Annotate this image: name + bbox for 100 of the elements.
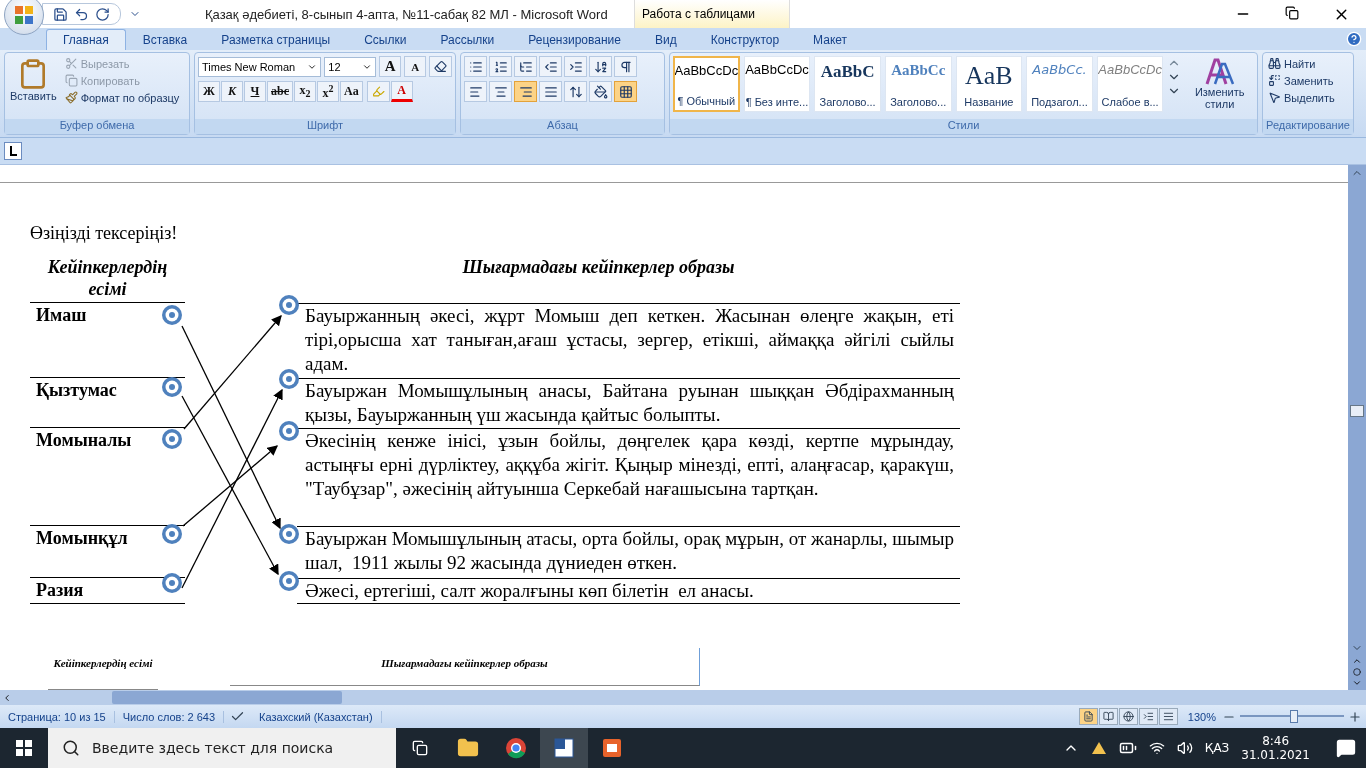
- style-preset[interactable]: AaB Название: [955, 56, 1023, 112]
- format-button[interactable]: К: [221, 81, 243, 102]
- indent-button[interactable]: [564, 56, 587, 77]
- scissors-icon: [64, 57, 78, 70]
- format-button[interactable]: Ч: [244, 81, 266, 102]
- style-preset[interactable]: AaBbCcDc ¶ Без инте...: [743, 56, 811, 112]
- format-button[interactable]: x$^{2}$: [317, 81, 339, 102]
- connector-dot: [162, 377, 182, 397]
- view-button[interactable]: [1078, 708, 1098, 725]
- change-styles-button[interactable]: Изменить стили: [1185, 56, 1254, 112]
- view-button[interactable]: [1098, 708, 1118, 725]
- horizontal-scrollbar[interactable]: [0, 690, 1366, 705]
- ribbon-tab[interactable]: Рецензирование: [511, 29, 638, 50]
- folder-icon: [457, 737, 479, 759]
- style-preset[interactable]: AaBbCc Заголово...: [884, 56, 952, 112]
- notifications-icon[interactable]: [1336, 738, 1356, 758]
- format-button[interactable]: Aa: [340, 81, 363, 102]
- paste-button[interactable]: Вставить: [8, 56, 59, 116]
- style-preset[interactable]: AaBbCcDc ¶ Обычный: [673, 56, 740, 112]
- ribbon-tab[interactable]: Макет: [796, 29, 865, 50]
- warning-icon[interactable]: [1090, 740, 1107, 756]
- scroll-left-icon[interactable]: [2, 692, 12, 703]
- numbering-button[interactable]: [489, 56, 512, 77]
- zoom-in-icon[interactable]: [1348, 709, 1362, 724]
- align-left-button[interactable]: [464, 81, 487, 102]
- style-preset[interactable]: AaBbC Заголово...: [814, 56, 881, 112]
- input-language[interactable]: ҚАЗ: [1204, 741, 1230, 755]
- align-right-button[interactable]: [514, 81, 537, 102]
- pilcrow-button[interactable]: [614, 56, 637, 77]
- restore-icon[interactable]: [1285, 5, 1299, 20]
- editing-button[interactable]: Выделить: [1266, 90, 1337, 105]
- view-button[interactable]: [1138, 708, 1158, 725]
- window-title: Қазақ әдебиеті, 8-сынып 4-апта, №11-сабақ 82 МЛ - Microsoft Word: [205, 6, 608, 22]
- tab-stop-icon[interactable]: [4, 142, 22, 160]
- undo-icon[interactable]: [74, 6, 89, 22]
- ribbon-tab[interactable]: Рассылки: [423, 29, 512, 50]
- ribbon-tab[interactable]: Вставка: [125, 29, 205, 50]
- table-cell: Әжесі, ертегіші, салт жоралғыны көп білетін ел анасы.: [297, 578, 960, 604]
- group-label: Абзац: [461, 119, 664, 134]
- save-icon[interactable]: [53, 6, 68, 22]
- borders-button[interactable]: [614, 81, 637, 102]
- scroll-thumb[interactable]: [112, 691, 342, 704]
- help-icon[interactable]: [1346, 31, 1362, 47]
- outdent-button[interactable]: [539, 56, 562, 77]
- clock[interactable]: 8:46 31.01.2021: [1241, 734, 1310, 762]
- ribbon-tab[interactable]: Конструктор: [693, 29, 797, 50]
- bullets-button[interactable]: [464, 56, 487, 77]
- editing-button[interactable]: Заменить: [1266, 73, 1337, 88]
- eraser-icon: [434, 60, 448, 73]
- browse-object-icon[interactable]: [1353, 668, 1361, 676]
- paint-bucket-button[interactable]: [589, 81, 612, 102]
- windows-logo: [16, 740, 32, 756]
- editing-button[interactable]: Найти: [1266, 56, 1337, 71]
- format-button[interactable]: Ж: [198, 81, 220, 102]
- next-page-icon[interactable]: [1352, 678, 1362, 688]
- view-button[interactable]: [1158, 708, 1178, 725]
- taskbar-app[interactable]: [540, 728, 588, 768]
- presentation-app-icon: [601, 737, 623, 759]
- clear-format-button[interactable]: [429, 56, 452, 77]
- wifi-icon[interactable]: [1148, 740, 1165, 756]
- grow-font-button[interactable]: A: [379, 56, 402, 77]
- format-button[interactable]: x$_{2}$: [294, 81, 316, 102]
- outdent-icon: [543, 59, 558, 74]
- page-icon: [1082, 711, 1094, 722]
- justify-button[interactable]: [539, 81, 562, 102]
- style-preset[interactable]: AaBbCc. Подзагол...: [1026, 56, 1093, 112]
- clipboard-button[interactable]: Формат по образцу: [62, 90, 182, 105]
- indent-icon: [568, 59, 583, 74]
- font-color-button[interactable]: A: [390, 81, 413, 102]
- search-field[interactable]: Введите здесь текст для поиска: [48, 728, 396, 768]
- zoom-thumb[interactable]: [1289, 710, 1298, 723]
- vertical-scrollbar[interactable]: [1348, 165, 1366, 690]
- style-preset[interactable]: AaBbCcDc Слабое в...: [1096, 56, 1164, 112]
- view-button[interactable]: [1118, 708, 1138, 725]
- connector-dot: [162, 305, 182, 325]
- font-size-field[interactable]: 12: [324, 56, 377, 77]
- redo-icon[interactable]: [95, 6, 110, 22]
- shrink-font-button[interactable]: A: [404, 56, 427, 77]
- previous-page-icon[interactable]: [1352, 656, 1362, 666]
- group-label: Стили: [670, 119, 1257, 134]
- outline-icon: [1142, 711, 1154, 722]
- ribbon-tab[interactable]: Вид: [637, 29, 694, 50]
- group-label: Буфер обмена: [5, 119, 189, 134]
- word-count: Число слов: 2 643: [114, 710, 225, 723]
- binoculars-icon: [1268, 57, 1281, 70]
- table-cell: Әкесінің кенже інісі, ұзын бойлы, дөңгелек қара көзді, кертпе мұрындау, астыңғы ерні дүрліктеу, аққұба жігіт. Қыңыр мінезді, епті, алаңғасар, қаракүш, "Таубұзар", әжесінің айтуынша Серкебай нағашысына тартқан.: [297, 428, 960, 526]
- volume-icon[interactable]: [1176, 740, 1193, 756]
- contextual-tab-label: Работа с таблицами: [634, 0, 790, 28]
- ribbon-tab[interactable]: Главная: [46, 29, 126, 50]
- ribbon-tab[interactable]: Разметка страницы: [204, 29, 348, 50]
- copy-icon: [64, 74, 78, 87]
- line-spacing-button[interactable]: [564, 81, 587, 102]
- font-name-field[interactable]: Times New Roman: [198, 56, 322, 77]
- multilevel-list-button[interactable]: [514, 56, 537, 77]
- format-button[interactable]: abc: [267, 81, 293, 102]
- scroll-thumb[interactable]: [1350, 404, 1364, 417]
- sort-button[interactable]: [589, 56, 612, 77]
- ribbon-tab[interactable]: Ссылки: [347, 29, 424, 50]
- paint-bucket-icon: [593, 84, 608, 99]
- align-center-button[interactable]: [489, 81, 512, 102]
